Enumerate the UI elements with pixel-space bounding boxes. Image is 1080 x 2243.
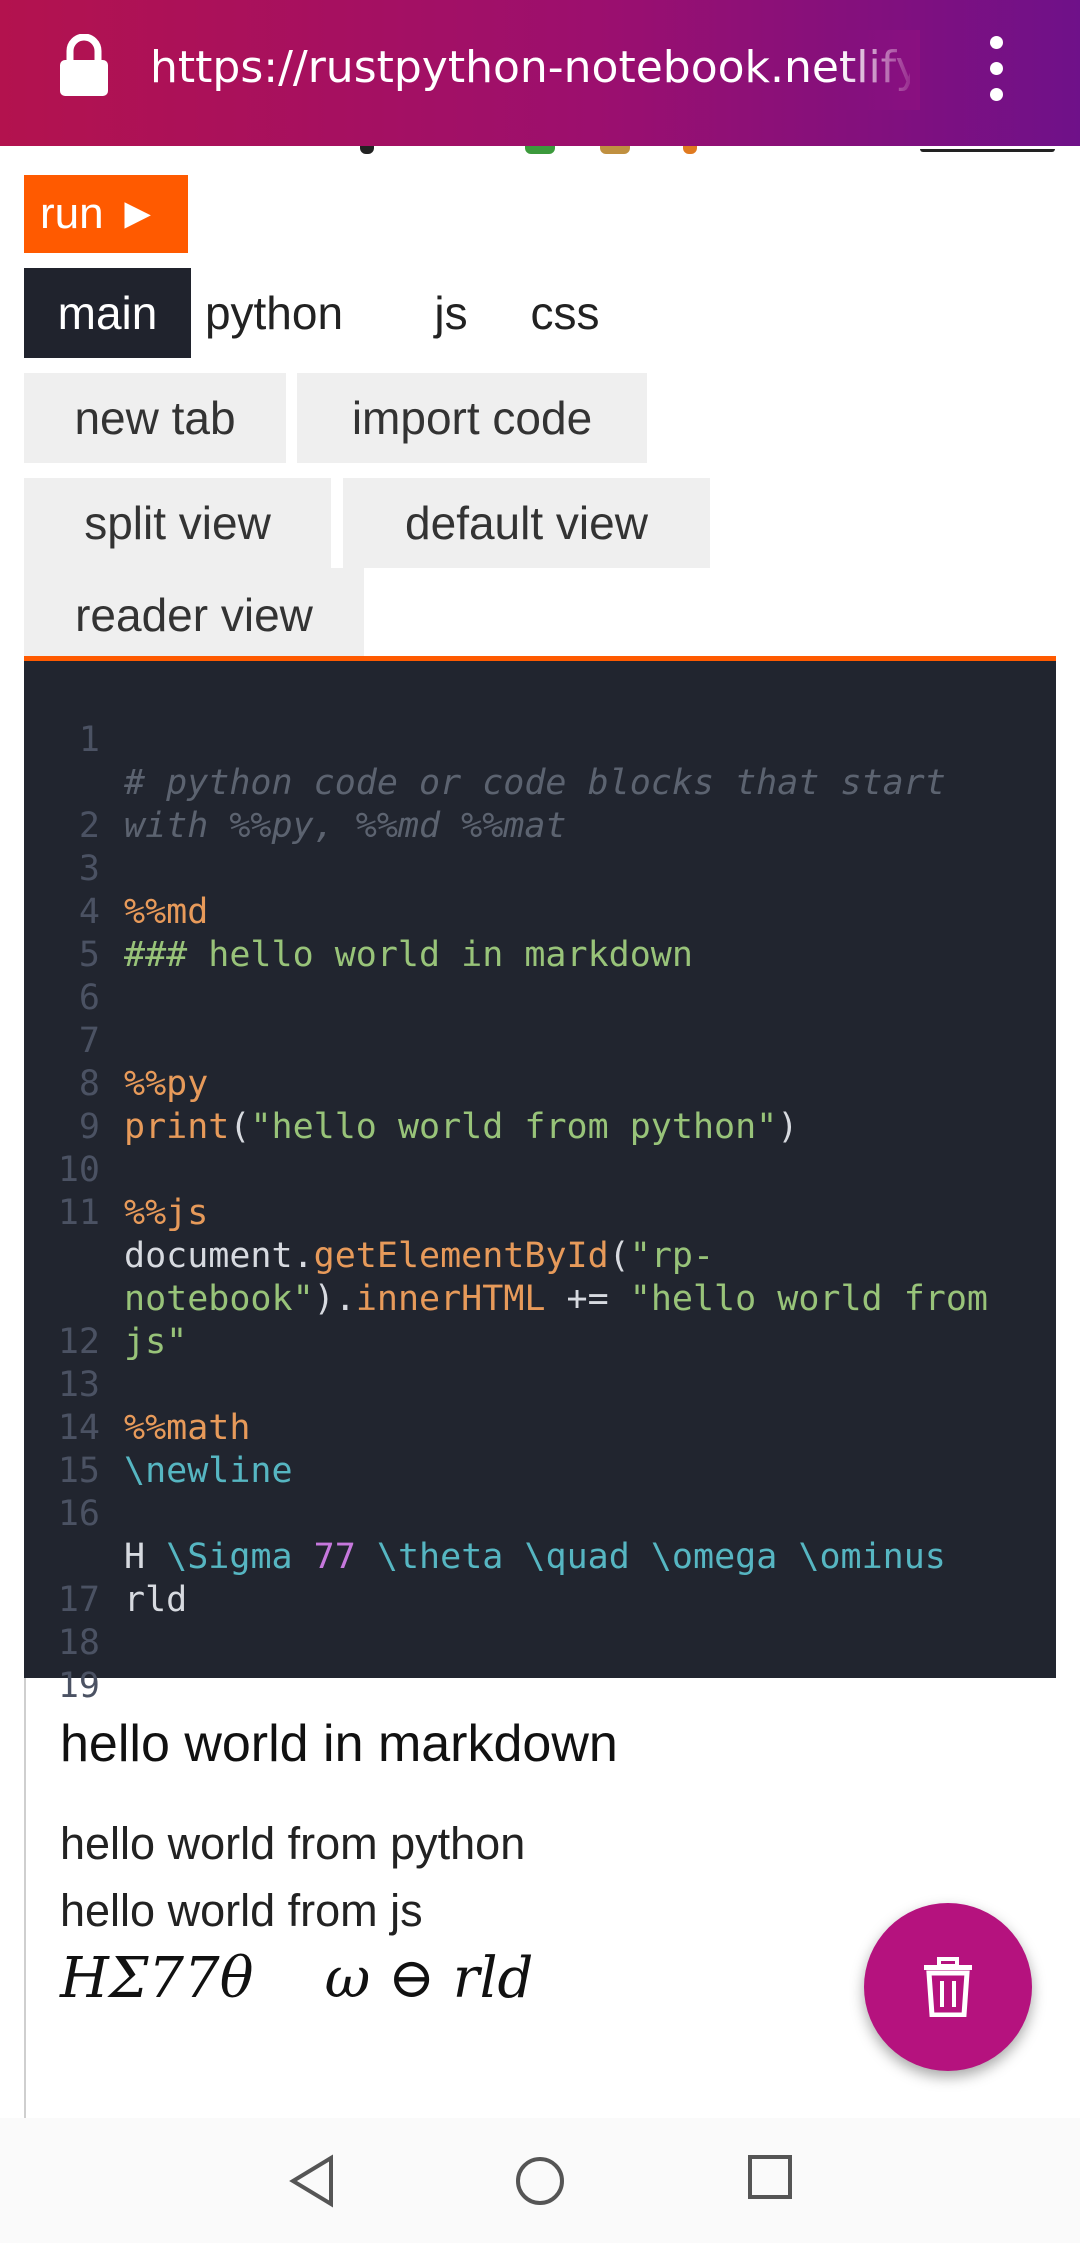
tab-main[interactable]: main [24,268,191,358]
reader-view-button[interactable]: reader view [24,568,364,656]
code-line: 17 [24,1536,1056,1620]
output-js-line: hello world from js [60,1885,423,1936]
code-line: js" [24,1235,1056,1362]
tab-python[interactable]: python [196,268,352,358]
code-line: 4 ### hello world in markdown [24,848,1056,975]
code-line: 9 [24,1063,1056,1147]
code-line: 8 print("hello world from python") [24,1020,1056,1147]
system-nav-bar [0,2118,1080,2243]
code-line: 10 %%js [24,1106,1056,1233]
code-line: 19 [24,1622,1056,1706]
code-line: 1 # python code or code blocks that star… [24,676,1056,803]
code-line: 11 document.getElementById("rp- [24,1149,1056,1276]
recents-icon[interactable] [747,2154,793,2200]
delete-fab-button[interactable] [864,1903,1032,2071]
tab-css[interactable]: css [520,268,610,358]
code-line: 14 \newline [24,1364,1056,1491]
code-line: rld [24,1493,1056,1620]
code-line: 5 [24,891,1056,975]
code-line: 6 [24,934,1056,1018]
run-button[interactable]: run ► [24,175,188,253]
default-view-button[interactable]: default view [343,478,710,568]
more-vert-icon[interactable] [978,36,1014,112]
cut-off-title [0,146,1080,160]
code-line: 12 [24,1278,1056,1362]
code-line: notebook").innerHTML += "hello world fro… [24,1192,1056,1319]
code-line: 7 %%py [24,977,1056,1104]
code-line: 16 H \Sigma 77 \theta \quad \omega \omin… [24,1450,1056,1577]
url-fade [840,30,920,110]
import-code-button[interactable]: import code [297,373,647,463]
output-python-line: hello world from python [60,1818,526,1869]
code-line: 15 [24,1407,1056,1491]
output-math-line: HΣ77θ ω ⊖ rld [60,1946,534,2011]
code-line: 18 [24,1579,1056,1663]
output-heading: hello world in markdown [60,1715,618,1773]
home-icon[interactable] [513,2154,567,2208]
code-line: 2 [24,762,1056,846]
back-icon[interactable] [287,2154,337,2208]
trash-icon [924,1957,972,2017]
lock-icon [60,34,108,96]
tab-js[interactable]: js [420,268,482,358]
url-field[interactable]: https://rustpython-notebook.netlify.ap [150,38,910,98]
code-editor[interactable]: 1 # python code or code blocks that star… [24,656,1056,1706]
code-line: with %%py, %%md %%mat [24,719,1056,846]
code-line: 13 %%math [24,1321,1056,1448]
browser-url-bar: https://rustpython-notebook.netlify.ap [0,0,1080,146]
new-tab-button[interactable]: new tab [24,373,286,463]
split-view-button[interactable]: split view [24,478,331,568]
code-line: 3 %%md [24,805,1056,932]
